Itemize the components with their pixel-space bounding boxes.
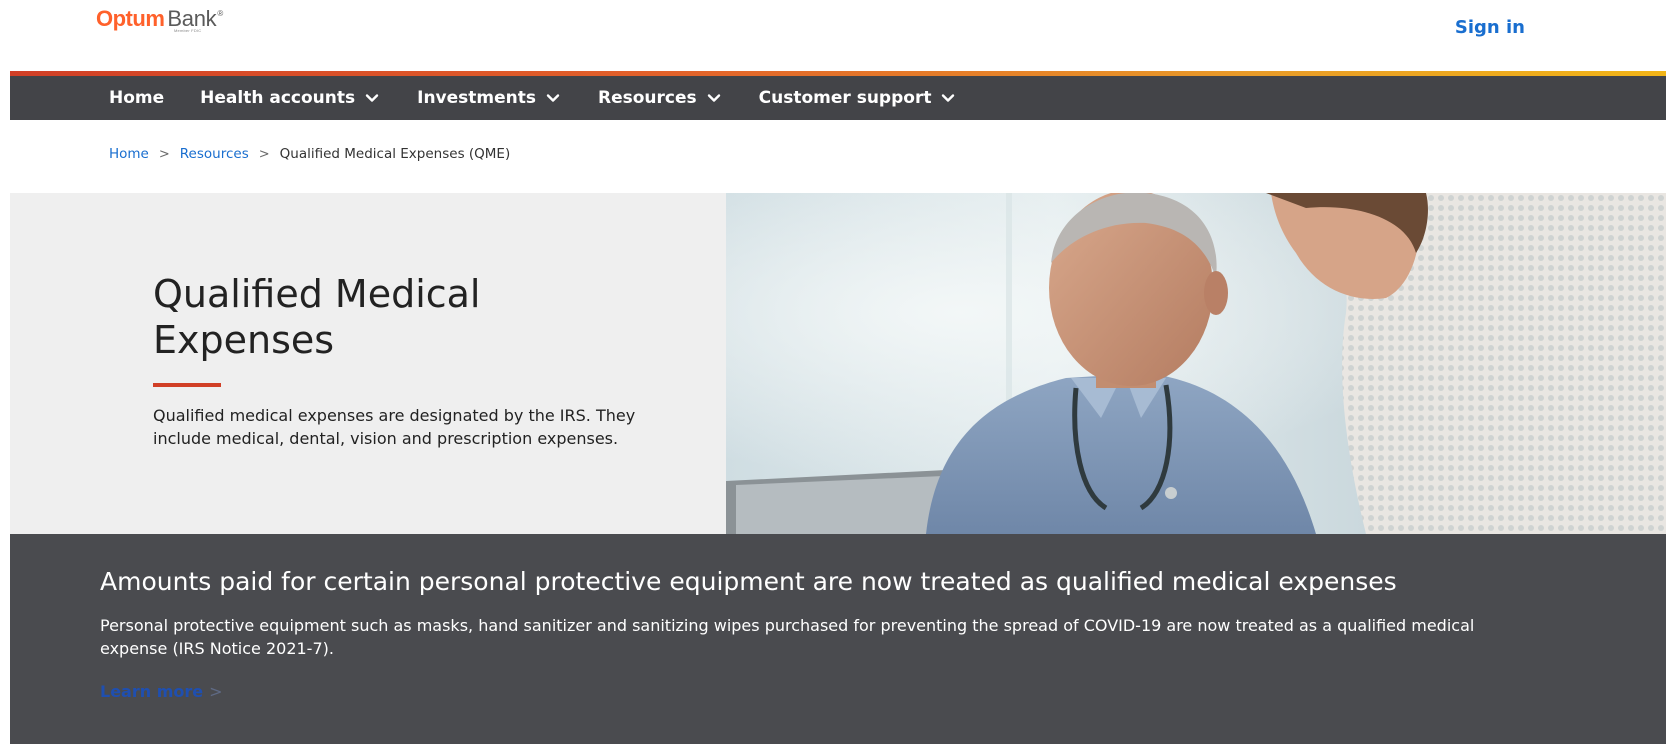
breadcrumb-separator: > <box>158 146 170 162</box>
breadcrumb-separator: > <box>258 146 270 162</box>
nav-item-label: Home <box>109 88 165 108</box>
logo-brand-text: Optum <box>96 6 165 31</box>
learn-more-label: Learn more <box>100 682 204 701</box>
hero-description: Qualified medical expenses are designate… <box>153 406 636 448</box>
nav-item-label: Health accounts <box>200 88 356 108</box>
logo-fdic-text: Member FDIC <box>174 28 202 33</box>
breadcrumb-current-page: Qualified Medical Expenses (QME) <box>279 146 511 162</box>
chevron-down-icon <box>546 94 560 102</box>
site-header: Optum Bank ® Member FDIC Sign in <box>0 0 1666 72</box>
banner-body: Personal protective equipment such as ma… <box>100 616 1475 658</box>
nav-item-investments[interactable]: Investments <box>417 88 562 108</box>
nav-item-label: Customer support <box>758 88 932 108</box>
title-accent-rule <box>153 383 221 387</box>
chevron-down-icon <box>365 94 379 102</box>
nav-item-resources[interactable]: Resources <box>598 88 723 108</box>
nav-item-label: Resources <box>598 88 697 108</box>
logo-registered-mark: ® <box>217 9 224 18</box>
page: Optum Bank ® Member FDIC Sign in Home He… <box>0 0 1666 744</box>
page-title: Qualified Medical Expenses <box>153 272 481 362</box>
hero-section: Qualified Medical Expenses Qualified med… <box>10 193 1666 534</box>
chevron-down-icon <box>942 94 955 102</box>
nav-item-customer-support[interactable]: Customer support <box>759 88 958 108</box>
chevron-down-icon <box>707 94 720 102</box>
nav-item-home[interactable]: Home <box>109 88 164 108</box>
nav-item-label: Investments <box>417 88 537 108</box>
learn-more-link[interactable]: Learn more > <box>100 682 223 701</box>
breadcrumb-resources-link[interactable]: Resources <box>180 146 249 162</box>
main-nav: Home Health accounts Investments Resourc… <box>10 76 1666 120</box>
optum-bank-logo[interactable]: Optum Bank ® <box>96 6 223 32</box>
chevron-right-icon: > <box>209 682 223 701</box>
hero-photo-doctor-patient <box>726 193 1666 534</box>
breadcrumb-home-link[interactable]: Home <box>109 146 149 162</box>
breadcrumb: Home > Resources > Qualified Medical Exp… <box>109 146 510 162</box>
sign-in-link[interactable]: Sign in <box>1455 17 1525 38</box>
nav-item-health-accounts[interactable]: Health accounts <box>200 88 381 108</box>
banner-title: Amounts paid for certain personal protec… <box>100 567 1397 596</box>
ppe-announcement-banner: Amounts paid for certain personal protec… <box>10 534 1666 744</box>
